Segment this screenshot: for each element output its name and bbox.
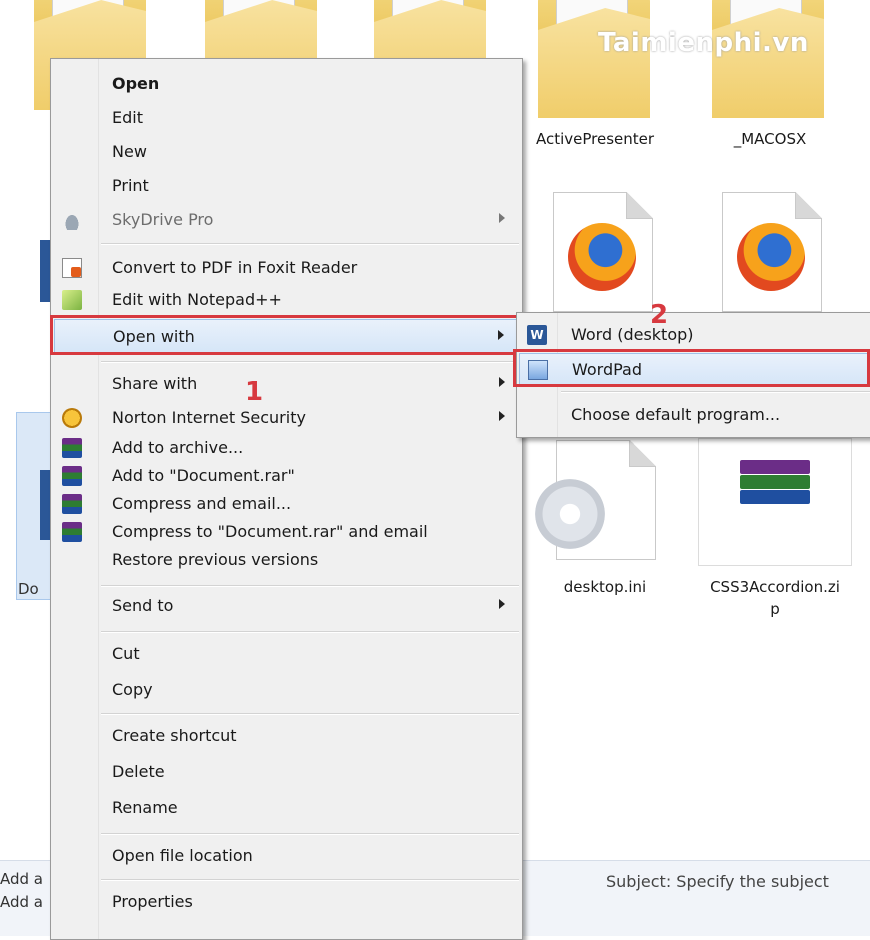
menu-item-label: Rename <box>112 798 178 817</box>
menu-item-label: Compress and email... <box>112 494 292 513</box>
menu-item-label: Share with <box>112 374 198 393</box>
menu-item-label: Send to <box>112 596 174 615</box>
menu-item-label: Compress to "Document.rar" and email <box>112 522 428 541</box>
winrar-icon <box>62 494 82 514</box>
winrar-archive-icon <box>740 460 810 518</box>
winrar-icon <box>62 466 82 486</box>
menu-item-label: Restore previous versions <box>112 550 319 569</box>
file-tile-desktop-ini[interactable] <box>535 440 656 560</box>
file-tile-activepresenter[interactable] <box>538 0 650 118</box>
menu-item-convert-pdf[interactable]: Convert to PDF in Foxit Reader <box>54 251 519 285</box>
norton-icon <box>62 408 82 428</box>
menu-separator <box>101 585 519 587</box>
menu-item-label: Open file location <box>112 846 253 865</box>
menu-item-label: Print <box>112 176 149 195</box>
word-icon: W <box>527 325 547 345</box>
menu-item-label: Cut <box>112 644 140 663</box>
menu-item-label: Open <box>112 74 160 93</box>
menu-item-edit[interactable]: Edit <box>54 101 519 135</box>
menu-item-label: Create shortcut <box>112 726 237 745</box>
annotation-box-wordpad <box>513 349 870 387</box>
menu-item-label: Add to archive... <box>112 438 244 457</box>
menu-item-label: Add to "Document.rar" <box>112 466 295 485</box>
submenu-arrow-icon <box>499 377 505 387</box>
doc-icon-sliver-2 <box>40 470 50 540</box>
winrar-icon <box>62 522 82 542</box>
details-subject-field[interactable]: Subject: Specify the subject <box>606 872 829 891</box>
menu-item-restore-previous-versions[interactable]: Restore previous versions <box>54 543 519 577</box>
menu-item-send-to[interactable]: Send to <box>54 589 519 623</box>
menu-item-skydrive-pro[interactable]: SkyDrive Pro <box>54 203 519 237</box>
watermark: Taimienphi.vn <box>598 28 809 58</box>
menu-item-share-with[interactable]: Share with <box>54 367 519 401</box>
submenu-arrow-icon <box>499 411 505 421</box>
annotation-marker-2: 2 <box>650 300 669 330</box>
menu-item-create-shortcut[interactable]: Create shortcut <box>54 719 519 753</box>
menu-item-label: Convert to PDF in Foxit Reader <box>112 258 358 277</box>
details-add-field-2[interactable]: Add a <box>0 893 43 911</box>
details-add-field-1[interactable]: Add a <box>0 870 43 888</box>
menu-item-label: Edit <box>112 108 143 127</box>
file-tile-macosx[interactable] <box>712 0 824 118</box>
menu-item-label: New <box>112 142 147 161</box>
menu-item-open[interactable]: Open <box>54 67 519 101</box>
menu-item-cut[interactable]: Cut <box>54 637 519 671</box>
menu-separator <box>101 833 519 835</box>
menu-item-label: Norton Internet Security <box>112 408 306 427</box>
submenu-item-word-desktop[interactable]: W Word (desktop) <box>519 319 870 351</box>
file-label-activepresenter: ActivePresenter <box>535 130 655 148</box>
foxit-pdf-icon <box>62 258 82 278</box>
skydrive-icon <box>62 210 82 230</box>
menu-item-label: Delete <box>112 762 165 781</box>
menu-separator <box>101 361 519 363</box>
settings-gear-icon <box>535 479 605 549</box>
file-tile-firefox-2[interactable] <box>722 192 822 312</box>
menu-item-print[interactable]: Print <box>54 169 519 203</box>
menu-item-notepad-plus-plus[interactable]: Edit with Notepad++ <box>54 283 519 317</box>
menu-item-norton[interactable]: Norton Internet Security <box>54 401 519 435</box>
submenu-separator <box>561 391 870 393</box>
doc-icon-sliver <box>40 240 50 302</box>
document-tile-label: Do <box>18 580 39 598</box>
notepad-plus-plus-icon <box>62 290 82 310</box>
submenu-item-choose-default-program[interactable]: Choose default program... <box>519 399 870 431</box>
file-label-macosx: _MACOSX <box>733 130 807 148</box>
submenu-arrow-icon <box>499 213 505 223</box>
context-menu: Open Edit New Print SkyDrive Pro Convert… <box>50 58 523 940</box>
menu-separator <box>101 243 519 245</box>
annotation-box-open-with <box>50 315 520 355</box>
winrar-icon <box>62 438 82 458</box>
file-label-css3accordion-1: CSS3Accordion.zi <box>710 578 840 596</box>
menu-item-delete[interactable]: Delete <box>54 755 519 789</box>
menu-item-label: Edit with Notepad++ <box>112 290 282 309</box>
menu-item-label: Properties <box>112 892 193 911</box>
submenu-item-label: Choose default program... <box>571 405 781 424</box>
submenu-arrow-icon <box>499 599 505 609</box>
file-label-desktop-ini: desktop.ini <box>563 578 647 596</box>
firefox-icon <box>737 223 805 291</box>
menu-item-copy[interactable]: Copy <box>54 673 519 707</box>
file-label-css3accordion-2: p <box>770 600 780 618</box>
menu-item-new[interactable]: New <box>54 135 519 169</box>
menu-item-label: SkyDrive Pro <box>112 210 214 229</box>
firefox-icon <box>568 223 636 291</box>
menu-separator <box>101 879 519 881</box>
menu-item-label: Copy <box>112 680 153 699</box>
submenu-item-label: Word (desktop) <box>571 325 694 344</box>
file-tile-firefox-1[interactable] <box>553 192 653 312</box>
menu-item-open-file-location[interactable]: Open file location <box>54 839 519 873</box>
menu-item-rename[interactable]: Rename <box>54 791 519 825</box>
menu-separator <box>101 713 519 715</box>
menu-separator <box>101 631 519 633</box>
menu-item-properties[interactable]: Properties <box>54 885 519 919</box>
